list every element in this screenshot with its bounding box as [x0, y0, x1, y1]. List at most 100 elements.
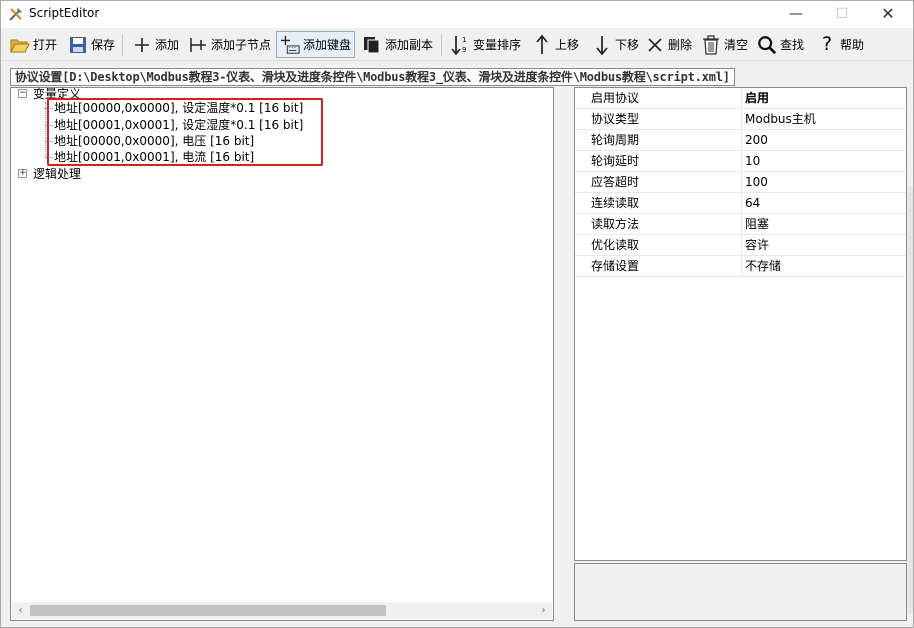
script-tree[interactable]: − 变量定义 地址[00000,0x0000], 设定温度*0.1 [16 bi…	[10, 87, 554, 621]
find-label: 查找	[780, 38, 805, 52]
property-value[interactable]: Modbus主机	[745, 109, 816, 130]
close-button[interactable]: ✕	[865, 1, 911, 28]
property-row[interactable]: 轮询延时 10	[575, 151, 906, 172]
find-button[interactable]: 查找	[754, 31, 807, 58]
property-row[interactable]: 存储设置 不存储	[575, 256, 906, 277]
add-button[interactable]: 添加	[129, 31, 182, 58]
add-child-button[interactable]: 添加子节点	[185, 31, 274, 58]
save-label: 保存	[91, 38, 116, 52]
clear-label: 清空	[724, 38, 749, 52]
property-value[interactable]: 100	[745, 172, 768, 193]
property-divider	[741, 151, 742, 172]
property-value[interactable]: 不存储	[745, 256, 781, 277]
property-value[interactable]: 启用	[745, 88, 769, 109]
property-description-panel	[574, 563, 907, 621]
window-title: ScriptEditor	[29, 6, 100, 20]
property-name: 应答超时	[591, 175, 640, 189]
help-label: 帮助	[840, 38, 865, 52]
delete-button[interactable]: 删除	[642, 31, 695, 58]
add-keyboard-icon	[280, 35, 300, 55]
property-value[interactable]: 64	[745, 193, 760, 214]
open-button[interactable]: 打开	[7, 31, 60, 58]
title-bar: ScriptEditor — ☐ ✕	[1, 1, 913, 28]
move-down-label: 下移	[615, 38, 640, 52]
window-edge	[908, 187, 913, 613]
property-grid: 启用协议 启用 协议类型 Modbus主机 轮询周期 200 轮询延时 10 应…	[574, 87, 907, 561]
variables-collapse-toggle[interactable]: −	[18, 89, 27, 98]
tree-node-logic[interactable]: 逻辑处理	[33, 166, 81, 182]
tree-horizontal-scrollbar[interactable]: ‹ ›	[12, 602, 552, 619]
property-name: 启用协议	[591, 91, 640, 105]
scroll-right-icon[interactable]: ›	[535, 602, 552, 619]
property-divider	[741, 109, 742, 130]
save-button[interactable]: 保存	[65, 31, 118, 58]
property-row[interactable]: 启用协议 启用	[575, 88, 906, 109]
add-child-label: 添加子节点	[211, 38, 272, 52]
toolbar: 打开 保存 添加 添加子节点 添加键盘 添加副本 1 9 变量排序 上移 下移 …	[1, 28, 913, 61]
scrollbar-thumb[interactable]	[30, 605, 386, 616]
open-label: 打开	[33, 38, 58, 52]
add-copy-label: 添加副本	[385, 38, 434, 52]
folder-open-icon	[10, 35, 30, 55]
property-divider	[741, 88, 742, 109]
save-icon	[68, 35, 88, 55]
property-divider	[741, 235, 742, 256]
property-divider	[741, 130, 742, 151]
arrow-up-icon	[532, 34, 552, 55]
toolbar-separator	[122, 34, 123, 56]
property-divider	[741, 214, 742, 235]
add-copy-button[interactable]: 添加副本	[359, 31, 436, 58]
trash-icon	[701, 34, 721, 55]
scroll-left-icon[interactable]: ‹	[12, 602, 29, 619]
toolbar-separator	[441, 34, 442, 56]
property-row[interactable]: 协议类型 Modbus主机	[575, 109, 906, 130]
help-icon: ?	[821, 33, 833, 55]
property-divider	[741, 256, 742, 277]
property-value[interactable]: 阻塞	[745, 214, 769, 235]
maximize-button[interactable]: ☐	[819, 1, 865, 28]
svg-text:9: 9	[462, 46, 466, 54]
add-label: 添加	[155, 38, 180, 52]
svg-text:1: 1	[462, 36, 466, 44]
property-name: 轮询周期	[591, 133, 640, 147]
clear-button[interactable]: 清空	[698, 31, 751, 58]
script-editor-window: ScriptEditor — ☐ ✕ 打开 保存 添加 添加子节点 添加键盘 添…	[0, 0, 914, 628]
search-icon	[757, 35, 777, 55]
add-keyboard-label: 添加键盘	[303, 38, 352, 52]
property-row[interactable]: 读取方法 阻塞	[575, 214, 906, 235]
add-keyboard-button[interactable]: 添加键盘	[276, 31, 356, 58]
move-up-label: 上移	[555, 38, 580, 52]
property-divider	[741, 193, 742, 214]
sort-variables-button[interactable]: 19 变量排序	[447, 31, 524, 58]
property-divider	[741, 172, 742, 193]
property-name: 连续读取	[591, 196, 640, 210]
property-value[interactable]: 容许	[745, 235, 769, 256]
script-path-label: 协议设置[D:\Desktop\Modbus教程3-仪表、滑块及进度条控件\Mo…	[10, 68, 735, 86]
property-name: 存储设置	[591, 259, 640, 273]
minimize-button[interactable]: —	[773, 1, 819, 28]
property-row[interactable]: 应答超时 100	[575, 172, 906, 193]
property-value[interactable]: 10	[745, 151, 760, 172]
property-name: 读取方法	[591, 217, 640, 231]
property-row[interactable]: 优化读取 容许	[575, 235, 906, 256]
delete-x-icon	[645, 35, 665, 55]
tree-connector	[45, 102, 46, 158]
move-up-button[interactable]: 上移	[529, 31, 582, 58]
property-name: 轮询延时	[591, 154, 640, 168]
property-value[interactable]: 200	[745, 130, 768, 151]
arrow-down-icon	[592, 35, 612, 55]
sort-variables-label: 变量排序	[473, 38, 522, 52]
help-button[interactable]: ? 帮助	[814, 31, 867, 58]
sort-icon: 19	[450, 35, 470, 55]
copy-icon	[362, 35, 382, 55]
property-name: 协议类型	[591, 112, 640, 126]
app-tools-icon	[8, 6, 24, 22]
property-row[interactable]: 连续读取 64	[575, 193, 906, 214]
property-row[interactable]: 轮询周期 200	[575, 130, 906, 151]
property-name: 优化读取	[591, 238, 640, 252]
logic-expand-toggle[interactable]: +	[18, 169, 27, 178]
add-child-icon	[188, 35, 208, 55]
delete-label: 删除	[668, 38, 693, 52]
plus-icon	[132, 35, 152, 55]
move-down-button[interactable]: 下移	[589, 31, 642, 58]
